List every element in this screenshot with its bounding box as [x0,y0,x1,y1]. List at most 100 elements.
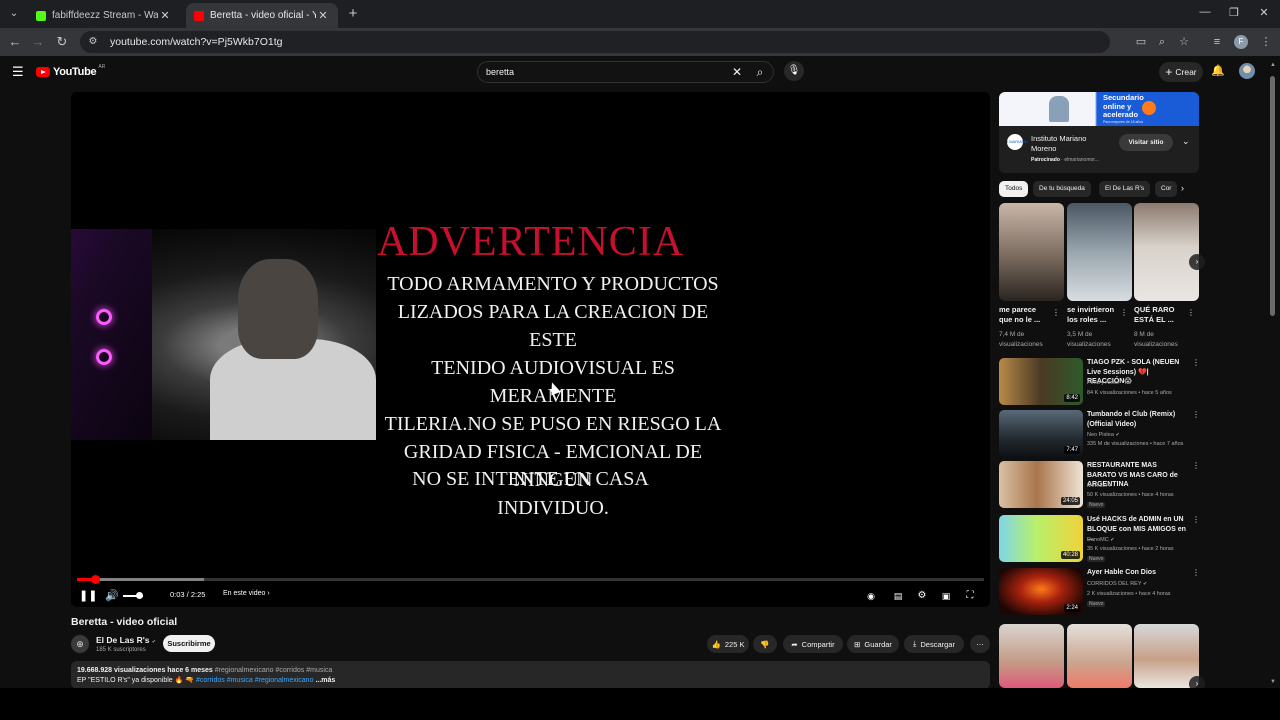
reload-icon[interactable]: ↻ [54,34,70,50]
tab-kick-stream[interactable]: fabiffdeezz Stream - Watch Live ✕ [28,3,180,28]
save-button[interactable]: ⊞ Guardar [847,635,899,653]
like-button[interactable]: 👍 225 K [707,635,749,653]
dislike-button[interactable]: 👎 [753,635,777,653]
tab-search-icon[interactable]: ⌄ [4,4,24,24]
forward-icon[interactable]: → [30,34,46,50]
channel-name[interactable]: Mernuel ✔ [1087,483,1113,489]
short-title[interactable]: me parece que no le ... [999,305,1051,325]
subscribe-button[interactable]: Suscribirme [163,635,215,652]
video-player[interactable]: ADVERTENCIA TODO ARMAMENTO Y PRODUCTOS L… [71,92,990,607]
search-input[interactable] [486,67,727,77]
more-actions-button[interactable]: ⋯ [970,635,990,653]
video-thumbnail[interactable]: 8:42 [999,358,1083,405]
back-icon[interactable]: ← [7,34,23,50]
short-thumbnail[interactable] [999,624,1064,688]
more-options-icon[interactable]: ⋮ [1187,308,1195,317]
short-title[interactable]: QUÉ RARO ESTÁ EL ... [1134,305,1186,325]
page-scrollbar[interactable] [1270,64,1275,684]
recommended-video[interactable]: 7:47 Tumbando el Club (Remix) (Official … [999,410,1200,460]
settings-gear-icon[interactable]: ⚙ [915,588,929,604]
recommended-video[interactable]: 8:42 TIAGO PZK - SOLA (NEUEN Live Sessio… [999,358,1200,408]
scroll-down-icon[interactable]: ▼ [1270,679,1276,685]
scrubber-knob[interactable] [91,575,101,584]
account-avatar[interactable] [1239,63,1255,79]
restore-icon[interactable]: ❐ [1224,6,1244,19]
hashtags[interactable]: #regionalmexicano #corridos #musica [215,667,333,674]
minimize-icon[interactable]: — [1195,6,1215,18]
video-thumbnail[interactable]: 2:24 [999,568,1083,615]
chapter-button[interactable]: En este video › [223,590,270,597]
more-options-icon[interactable]: ⋮ [1192,410,1200,419]
video-thumbnail[interactable]: 40:28 [999,515,1083,562]
autoplay-toggle-icon[interactable]: ◉ [864,588,878,604]
recommended-video[interactable]: 24:05 RESTAURANTE MAS BARATO VS MAS CARO… [999,461,1200,511]
miniplayer-icon[interactable]: ▣ [939,588,953,604]
volume-knob[interactable] [136,592,143,599]
chevron-right-icon[interactable]: › [1181,183,1184,193]
description-box[interactable]: 19.668.928 visualizaciones hace 6 meses … [71,661,990,689]
channel-name[interactable]: DanoMC ✔ [1087,537,1114,543]
recommended-video[interactable]: 2:24 Ayer Hable Con Dios CORRIDOS DEL RE… [999,568,1200,618]
progress-bar[interactable] [77,575,984,584]
channel-name[interactable]: CORRIDOS DEL REY ✔ [1087,581,1147,587]
create-button[interactable]: + Crear [1159,62,1203,82]
tab-youtube-video[interactable]: Beretta - video oficial - YouTube ✕ [186,3,338,28]
scrollbar-thumb[interactable] [1270,76,1275,316]
download-button[interactable]: ⤓ Descargar [904,635,964,653]
search-icon[interactable]: ⌕ [747,65,773,80]
address-bar[interactable]: ⚙ youtube.com/watch?v=Pj5Wkb7O1tg [80,31,1110,53]
chip-el-de-las-rs[interactable]: El De Las R's [1099,181,1151,197]
recommended-video[interactable]: 40:28 Usé HACKS de ADMIN en UN BLOQUE co… [999,515,1200,565]
more-options-icon[interactable]: ⋮ [1192,461,1200,470]
site-info-icon[interactable]: ⚙ [86,35,100,49]
reading-list-icon[interactable]: ≡ [1209,34,1225,50]
tab-close-icon[interactable]: ✕ [316,9,330,22]
scroll-up-icon[interactable]: ▲ [1270,62,1276,68]
voice-search-mic-icon[interactable]: 🎙 [784,61,804,81]
more-options-icon[interactable]: ⋮ [1192,568,1200,577]
short-title[interactable]: se invirtieron los roles ... [1067,305,1119,325]
short-thumbnail[interactable] [1067,203,1132,301]
notifications-bell-icon[interactable]: 🔔 [1211,64,1225,77]
channel-name[interactable]: Neo Pistea ✔ [1087,432,1120,438]
video-thumbnail[interactable]: 7:47 [999,410,1083,457]
more-options-icon[interactable]: ⋮ [1052,308,1060,317]
short-thumbnail[interactable] [1134,624,1199,688]
pause-icon[interactable]: ❚❚ [79,588,97,604]
short-thumbnail[interactable] [999,203,1064,301]
channel-name[interactable]: El De Las R's ✔ [96,635,156,645]
show-more-link[interactable]: ...más [315,677,335,684]
short-thumbnail[interactable] [1067,624,1132,688]
chevron-down-icon[interactable]: ⌄ [1182,136,1190,147]
video-title[interactable]: Ayer Hable Con Dios [1087,568,1187,578]
shorts-next-icon[interactable]: › [1189,254,1205,270]
share-button[interactable]: ➦ Compartir [783,635,843,653]
more-options-icon[interactable]: ⋮ [1120,308,1128,317]
video-title[interactable]: Tumbando el Club (Remix) (Official Video… [1087,410,1187,429]
cast-icon[interactable]: ▭ [1133,34,1149,50]
profile-avatar[interactable]: F [1234,35,1248,49]
more-options-icon[interactable]: ⋮ [1192,358,1200,367]
volume-icon[interactable]: 🔊 [104,588,120,604]
new-tab-button[interactable]: + [344,5,362,23]
chip-de-tu-busqueda[interactable]: De tu búsqueda [1033,181,1091,197]
channel-avatar[interactable]: ⊕ [71,635,89,653]
subtitles-icon[interactable]: ▤ [891,588,905,604]
zoom-icon[interactable]: ⌕ [1154,34,1170,50]
clear-search-icon[interactable]: ✕ [727,65,747,79]
fullscreen-icon[interactable]: ⛶ [963,588,977,604]
visit-site-button[interactable]: Visitar sitio [1119,134,1173,151]
ad-banner-image[interactable]: Secundario online y acelerado Para mayor… [999,92,1199,126]
video-thumbnail[interactable]: 24:05 [999,461,1083,508]
youtube-logo[interactable]: YouTube AR [36,64,105,78]
browser-menu-icon[interactable]: ⋮ [1258,34,1274,50]
bookmark-star-icon[interactable]: ☆ [1176,34,1192,50]
chip-cor[interactable]: Cor [1155,181,1178,197]
channel-name[interactable]: Perla y Aless [1087,380,1119,386]
sponsored-ad-card[interactable]: Secundario online y acelerado Para mayor… [999,92,1199,173]
description-hashtag-links[interactable]: #corridos #musica #regionalmexicano [196,677,314,684]
tab-close-icon[interactable]: ✕ [158,9,172,22]
short-thumbnail[interactable] [1134,203,1199,301]
chip-todos[interactable]: Todos [999,181,1029,197]
hamburger-menu-icon[interactable]: ☰ [12,65,26,79]
